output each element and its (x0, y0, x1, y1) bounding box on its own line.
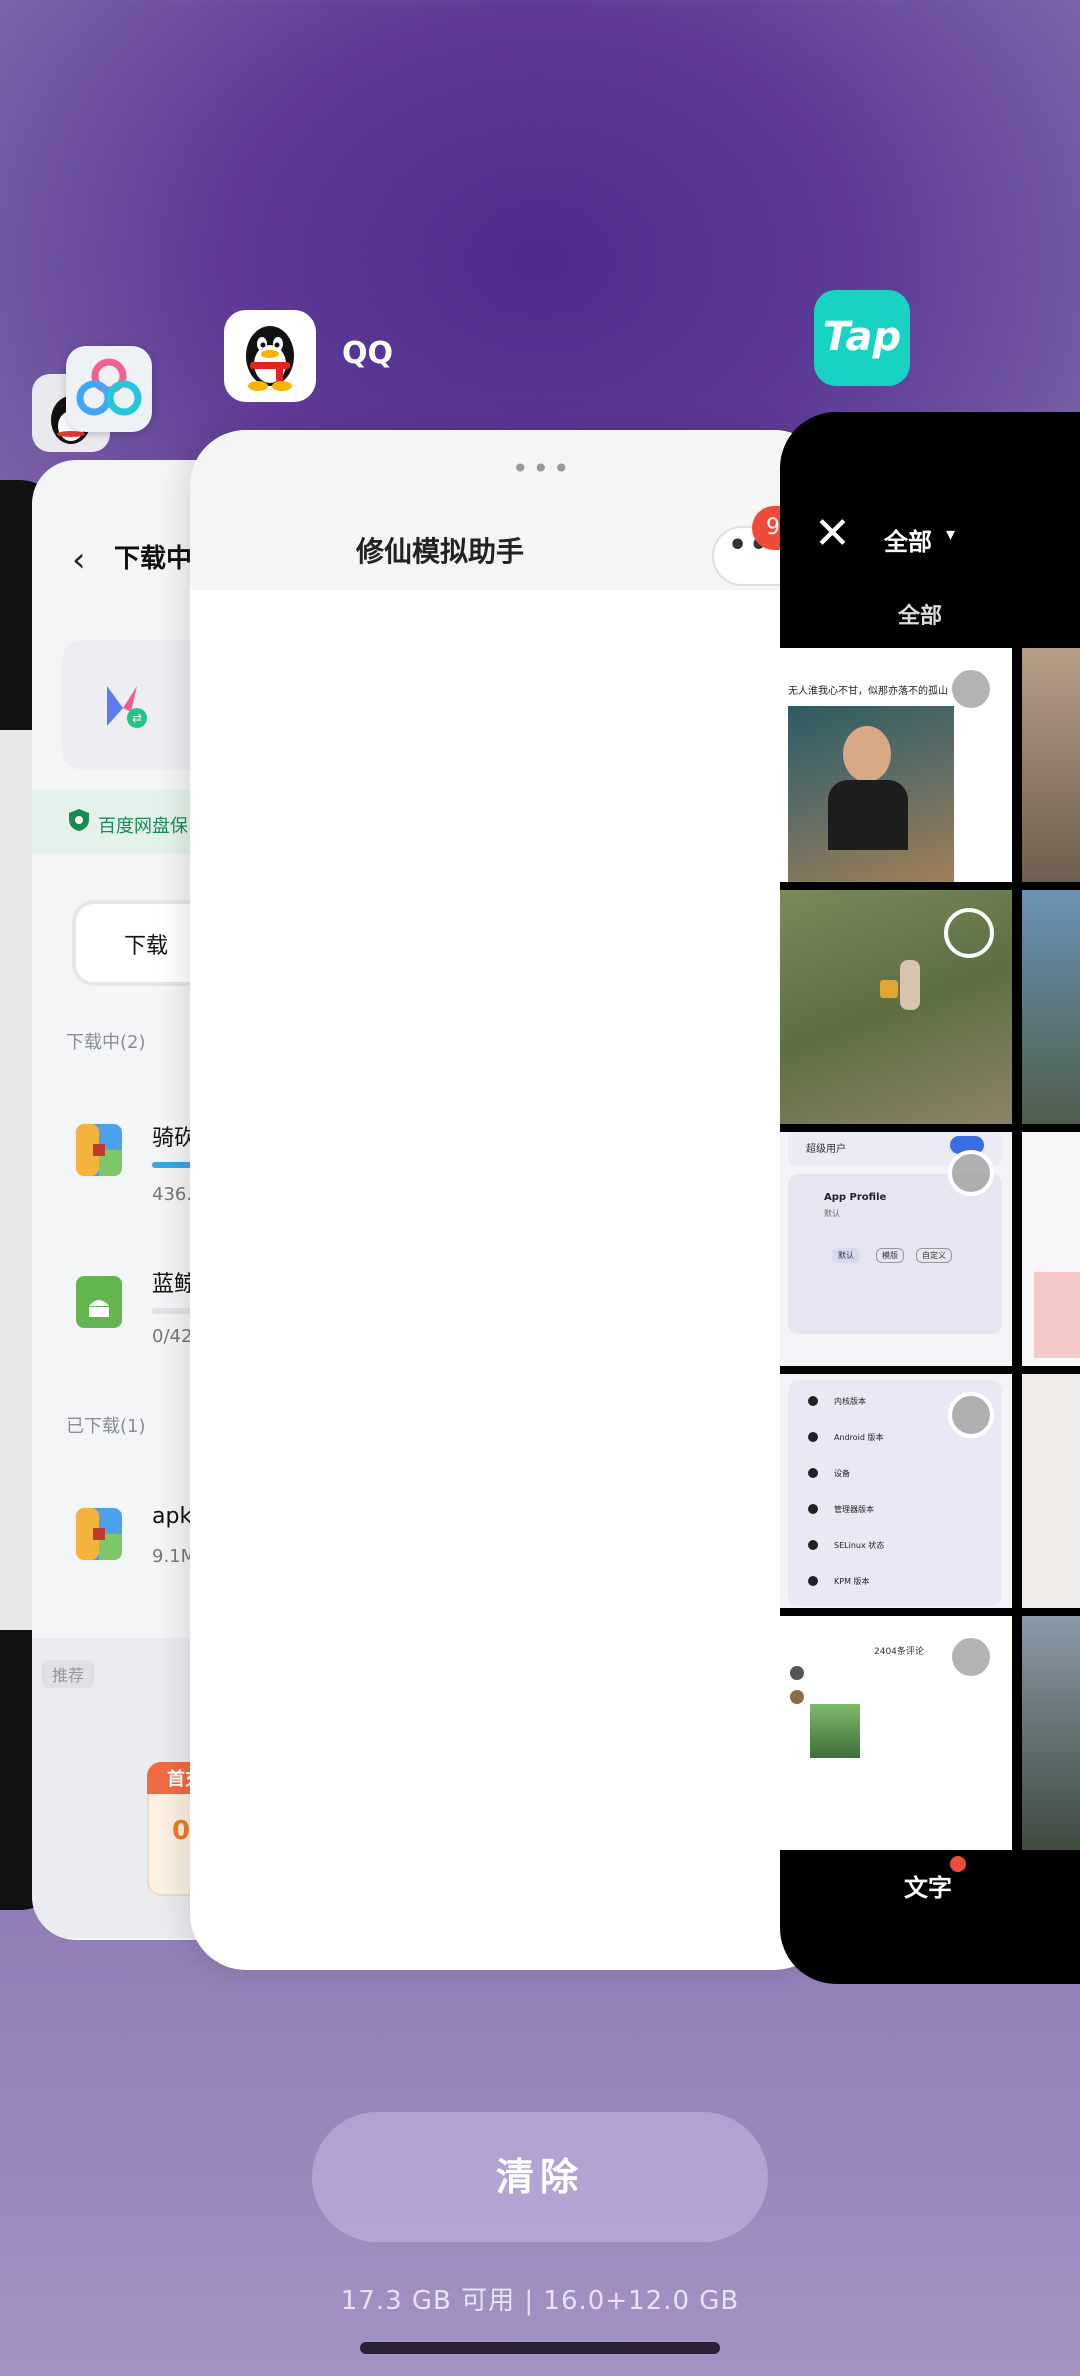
select-radio[interactable] (948, 666, 994, 712)
baidu-cloud-icon (76, 358, 142, 416)
svg-text:⇄: ⇄ (132, 711, 142, 725)
clear-all-button[interactable]: 清除 (312, 2112, 768, 2242)
memory-info: 17.3 GB 可用 | 16.0+12.0 GB (340, 2286, 740, 2316)
taptap-icon[interactable]: Tap (814, 290, 910, 386)
notification-dot (950, 1856, 966, 1872)
select-radio[interactable] (948, 1634, 994, 1680)
screenshot-info-item: 设备 (834, 1469, 850, 1478)
screenshot-text: 2404条评论 (874, 1647, 924, 1657)
section-downloaded: 已下载(1) (66, 1416, 146, 1437)
photo-thumbnail[interactable] (1022, 1616, 1080, 1850)
drag-handle-icon: ••• (512, 452, 574, 485)
screenshot-text: App Profile (824, 1192, 887, 1203)
photo-image (788, 706, 954, 882)
photo-thumbnail[interactable]: 2404条评论 (780, 1616, 1012, 1850)
baidu-header-title: 下载中 (114, 544, 193, 574)
close-icon[interactable]: ✕ (814, 512, 851, 556)
taptap-icon-text: Tap (822, 314, 902, 360)
chevron-left-icon[interactable]: ‹ (72, 540, 86, 580)
recommend-tag: 推荐 (42, 1660, 95, 1688)
promo-value: 0 (172, 1816, 191, 1846)
select-radio[interactable] (948, 1150, 994, 1196)
android-apk-icon (76, 1276, 122, 1328)
screenshot-info-item: 内核版本 (834, 1397, 866, 1406)
qq-label: QQ (342, 336, 394, 371)
recent-card-qq-miniprogram[interactable]: ••• 修仙模拟助手 ••• 99 (190, 430, 830, 1970)
photo-thumbnail[interactable] (1022, 890, 1080, 1124)
baidu-netdisk-icon[interactable] (66, 346, 152, 432)
info-bullet-icon (808, 1576, 818, 1586)
screenshot-info-item: Android 版本 (834, 1433, 884, 1442)
screenshot-text: 自定义 (916, 1248, 952, 1263)
screenshot-text: 超级用户 (806, 1144, 846, 1155)
download-row-1-size: 436. (152, 1184, 193, 1205)
select-radio[interactable] (944, 908, 994, 958)
home-indicator[interactable] (360, 2342, 720, 2354)
screenshot-info-item: KPM 版本 (834, 1577, 870, 1586)
photo-thumbnail[interactable]: 无人淮我心不甘，似那亦落不的孤山 (780, 648, 1012, 882)
archive-icon (76, 1124, 122, 1176)
photo-thumbnail[interactable] (1022, 1132, 1080, 1366)
download-row-3-name[interactable]: apk (152, 1504, 192, 1529)
info-bullet-icon (808, 1396, 818, 1406)
photo-thumbnail[interactable] (1022, 1374, 1080, 1608)
photo-grid: 无人淮我心不甘，似那亦落不的孤山 超级用户 App Profile 默认 默认 … (780, 648, 1080, 1850)
album-label: 全部 (898, 604, 943, 629)
info-bullet-icon (808, 1468, 818, 1478)
photo-thumbnail[interactable]: 超级用户 App Profile 默认 默认 模版 自定义 (780, 1132, 1012, 1366)
screenshot-info-item: SELinux 状态 (834, 1541, 885, 1550)
info-bullet-icon (808, 1432, 818, 1442)
info-bullet-icon (808, 1504, 818, 1514)
qq-penguin-icon (246, 326, 294, 391)
photo-thumbnail[interactable]: 内核版本 Android 版本 设备管理器版本 SELinux 状态 KPM 版本 (780, 1374, 1012, 1608)
screenshot-text: 默认 (824, 1209, 840, 1218)
app-logo-icon: ⇄ (107, 686, 147, 728)
bottom-tab-text[interactable]: 文字 (904, 1868, 952, 1903)
recent-card-taptap[interactable]: ✕ 全部 ▾ 全部 无人淮我心不甘，似那亦落不的孤山 超级用户 App Prof… (780, 412, 1080, 1984)
screenshot-text: 模版 (876, 1248, 904, 1263)
qq-icon[interactable] (224, 310, 316, 402)
caret-down-icon: ▾ (946, 524, 956, 545)
filter-dropdown[interactable]: 全部 (884, 522, 932, 557)
section-downloading: 下载中(2) (66, 1032, 146, 1053)
shield-icon (69, 809, 89, 831)
screenshot-info-item: 管理器版本 (834, 1505, 874, 1514)
photo-thumbnail[interactable] (780, 890, 1012, 1124)
archive-icon (76, 1508, 122, 1560)
photo-thumbnail[interactable] (1022, 648, 1080, 882)
tab-download-label: 下载 (124, 934, 169, 959)
select-radio[interactable] (948, 1392, 994, 1438)
info-bullet-icon (808, 1540, 818, 1550)
miniprogram-title: 修仙模拟助手 (355, 535, 524, 568)
download-row-2-size: 0/42 (152, 1326, 193, 1347)
screenshot-text: 默认 (832, 1248, 860, 1263)
baidu-banner-text: 百度网盘保 (98, 816, 188, 837)
